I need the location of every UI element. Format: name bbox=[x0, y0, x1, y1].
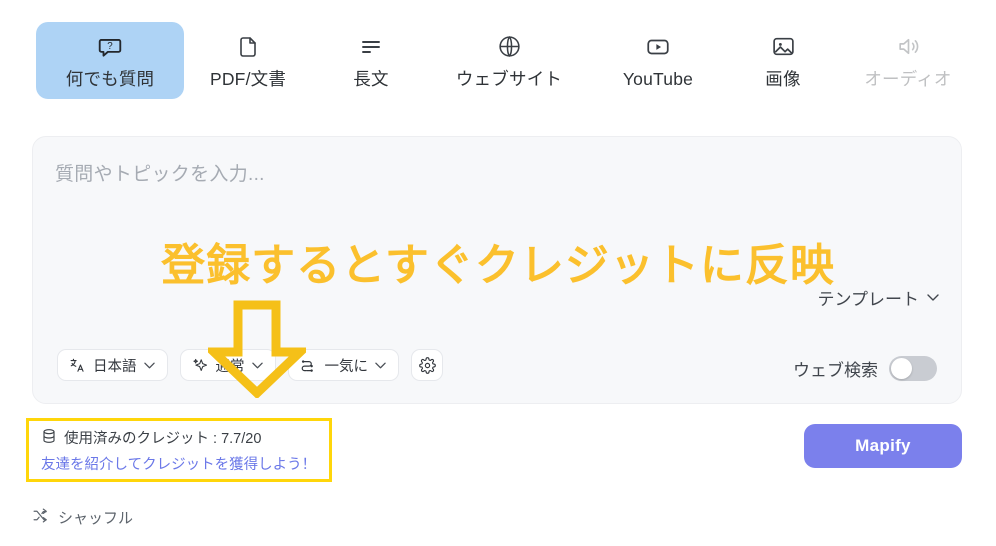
chevron-down-icon bbox=[375, 362, 387, 369]
tab-label: YouTube bbox=[622, 68, 694, 89]
tab-label: PDF/文書 bbox=[209, 68, 287, 89]
tab-ask-anything[interactable]: ? 何でも質問 bbox=[36, 22, 184, 99]
mode-chip[interactable]: 通常 bbox=[179, 349, 276, 381]
template-label: テンプレート bbox=[817, 290, 920, 309]
language-chip[interactable]: 日本語 bbox=[57, 349, 168, 381]
mapify-submit-button[interactable]: Mapify bbox=[804, 424, 962, 468]
chevron-down-icon bbox=[927, 294, 939, 301]
credits-highlight-box: 使用済みのクレジット : 7.7/20 友達を紹介してクレジットを獲得しよう！ bbox=[26, 418, 332, 482]
mode-chip-label: 通常 bbox=[215, 358, 245, 375]
speaker-icon bbox=[896, 32, 921, 62]
tab-label: オーディオ bbox=[864, 68, 952, 89]
web-search-control: ウェブ検索 bbox=[793, 356, 937, 381]
web-search-label: ウェブ検索 bbox=[793, 361, 878, 380]
prompt-panel: 質問やトピックを入力... 登録するとすぐクレジットに反映 テンプレート 日本語 bbox=[32, 136, 962, 404]
settings-chip[interactable] bbox=[411, 349, 443, 381]
svg-text:?: ? bbox=[107, 41, 113, 52]
tab-youtube[interactable]: YouTube bbox=[588, 22, 728, 99]
tab-label: 何でも質問 bbox=[65, 68, 155, 89]
prompt-input-placeholder[interactable]: 質問やトピックを入力... bbox=[55, 159, 265, 186]
prompt-toolbar: 日本語 通常 一気に bbox=[57, 349, 443, 381]
image-icon bbox=[771, 32, 796, 62]
web-search-toggle[interactable] bbox=[889, 356, 937, 381]
sparkle-icon bbox=[192, 357, 209, 374]
question-bubble-icon: ? bbox=[97, 32, 123, 62]
translate-icon bbox=[69, 357, 86, 374]
flow-chip-label: 一気に bbox=[324, 358, 369, 375]
tab-website[interactable]: ウェブサイト bbox=[430, 22, 588, 99]
text-lines-icon bbox=[359, 32, 383, 62]
referral-link[interactable]: 友達を紹介してクレジットを獲得しよう！ bbox=[41, 453, 329, 474]
template-dropdown[interactable]: テンプレート bbox=[818, 285, 940, 310]
mode-tabbar: ? 何でも質問 PDF/文書 長文 ウェブサイト YouTube 画像 オーディ… bbox=[0, 22, 996, 118]
chevron-down-icon bbox=[143, 362, 156, 369]
gear-icon bbox=[418, 356, 436, 374]
shuffle-button[interactable]: シャッフル bbox=[32, 507, 133, 528]
tab-pdf-document[interactable]: PDF/文書 bbox=[184, 22, 312, 99]
youtube-icon bbox=[645, 32, 671, 62]
tab-audio[interactable]: オーディオ bbox=[838, 22, 978, 99]
credits-usage-text: 使用済みのクレジット : 7.7/20 bbox=[64, 431, 262, 447]
document-icon bbox=[236, 32, 260, 62]
tab-label: ウェブサイト bbox=[455, 68, 563, 89]
flow-nodes-icon bbox=[300, 356, 318, 374]
flow-chip[interactable]: 一気に bbox=[287, 349, 399, 381]
promo-headline: 登録するとすぐクレジットに反映 bbox=[161, 241, 835, 290]
tab-label: 画像 bbox=[765, 68, 801, 89]
shuffle-label: シャッフル bbox=[58, 510, 134, 527]
shuffle-icon bbox=[32, 507, 49, 528]
tab-long-text[interactable]: 長文 bbox=[312, 22, 430, 99]
database-icon bbox=[41, 428, 57, 448]
tab-image[interactable]: 画像 bbox=[728, 22, 838, 99]
language-chip-label: 日本語 bbox=[93, 358, 137, 375]
credits-usage-row: 使用済みのクレジット : 7.7/20 bbox=[41, 427, 329, 448]
chevron-down-icon bbox=[251, 362, 264, 369]
toggle-knob bbox=[891, 358, 912, 379]
tab-label: 長文 bbox=[353, 68, 389, 89]
globe-icon bbox=[497, 32, 522, 62]
